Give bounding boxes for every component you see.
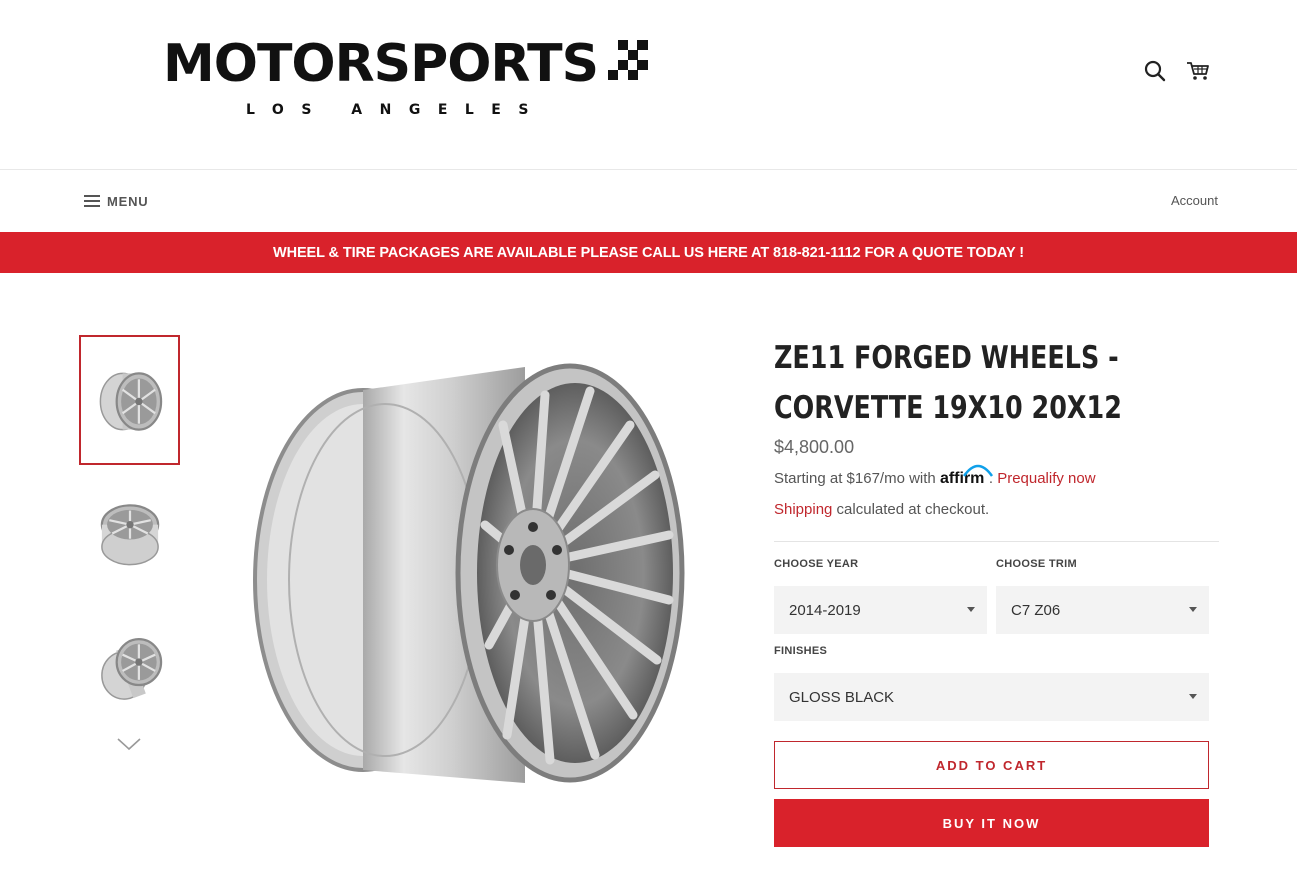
cart-icon[interactable] — [1185, 58, 1211, 84]
trim-label: CHOOSE TRIM — [996, 558, 1077, 570]
logo-location: LOS ANGELES — [246, 102, 546, 118]
search-icon[interactable] — [1142, 58, 1168, 84]
announcement-banner: WHEEL & TIRE PACKAGES ARE AVAILABLE PLEA… — [0, 232, 1297, 273]
banner-text: WHEEL & TIRE PACKAGES ARE AVAILABLE PLEA… — [273, 244, 1024, 261]
caret-down-icon — [1189, 607, 1197, 612]
affirm-logo: affirm — [940, 464, 993, 487]
product-main-image[interactable] — [245, 355, 685, 795]
caret-down-icon — [1189, 694, 1197, 699]
account-link[interactable]: Account — [1171, 193, 1218, 208]
site-nav: MENU Account — [0, 170, 1297, 232]
finish-select[interactable]: GLOSS BLACK — [774, 673, 1209, 721]
wheel-thumbnail-image — [100, 638, 162, 700]
wheel-thumbnail-image — [99, 372, 162, 431]
product-title-line-2: CORVETTE 19X10 20X12 — [774, 390, 1122, 426]
menu-label: MENU — [107, 193, 149, 209]
site-header: MOTORSPORTS LOS ANGELES — [0, 0, 1297, 170]
year-select-value: 2014-2019 — [789, 601, 861, 619]
product-title: ZE11 FORGED WHEELS - CORVETTE 19X10 20X1… — [774, 333, 1143, 433]
buy-it-now-button[interactable]: BUY IT NOW — [774, 799, 1209, 847]
financing-prefix: Starting at $167/mo with — [774, 470, 936, 487]
product-thumbnail-2[interactable] — [79, 470, 180, 600]
finish-label: FINISHES — [774, 645, 828, 657]
product-price: $4,800.00 — [774, 437, 855, 457]
shipping-text: calculated at checkout. — [832, 501, 990, 518]
wheel-thumbnail-image — [100, 504, 159, 566]
divider — [774, 541, 1219, 542]
product-title-line-1: ZE11 FORGED WHEELS - — [774, 340, 1119, 376]
caret-down-icon — [967, 607, 975, 612]
trim-select[interactable]: C7 Z06 — [996, 586, 1209, 634]
year-select[interactable]: 2014-2019 — [774, 586, 987, 634]
product-thumbnail-3[interactable] — [79, 603, 180, 733]
shipping-message: Shipping calculated at checkout. — [774, 501, 989, 518]
chevron-down-icon[interactable] — [115, 733, 143, 753]
trim-select-value: C7 Z06 — [1011, 601, 1061, 619]
menu-button[interactable]: MENU — [84, 191, 148, 211]
logo-wordmark: MOTORSPORTS — [163, 34, 599, 94]
site-logo[interactable]: MOTORSPORTS LOS ANGELES — [163, 36, 648, 126]
shipping-link[interactable]: Shipping — [774, 501, 832, 518]
add-to-cart-button[interactable]: ADD TO CART — [774, 741, 1209, 789]
checkered-flag-icon — [608, 40, 648, 80]
hamburger-icon — [84, 195, 100, 207]
financing-message: Starting at $167/mo with affirm . Prequa… — [774, 464, 1096, 488]
prequalify-link[interactable]: Prequalify now — [997, 470, 1095, 487]
affirm-arc-icon — [962, 464, 993, 477]
year-label: CHOOSE YEAR — [774, 558, 859, 570]
product-thumbnail-1[interactable] — [79, 335, 180, 465]
finish-select-value: GLOSS BLACK — [789, 688, 895, 706]
